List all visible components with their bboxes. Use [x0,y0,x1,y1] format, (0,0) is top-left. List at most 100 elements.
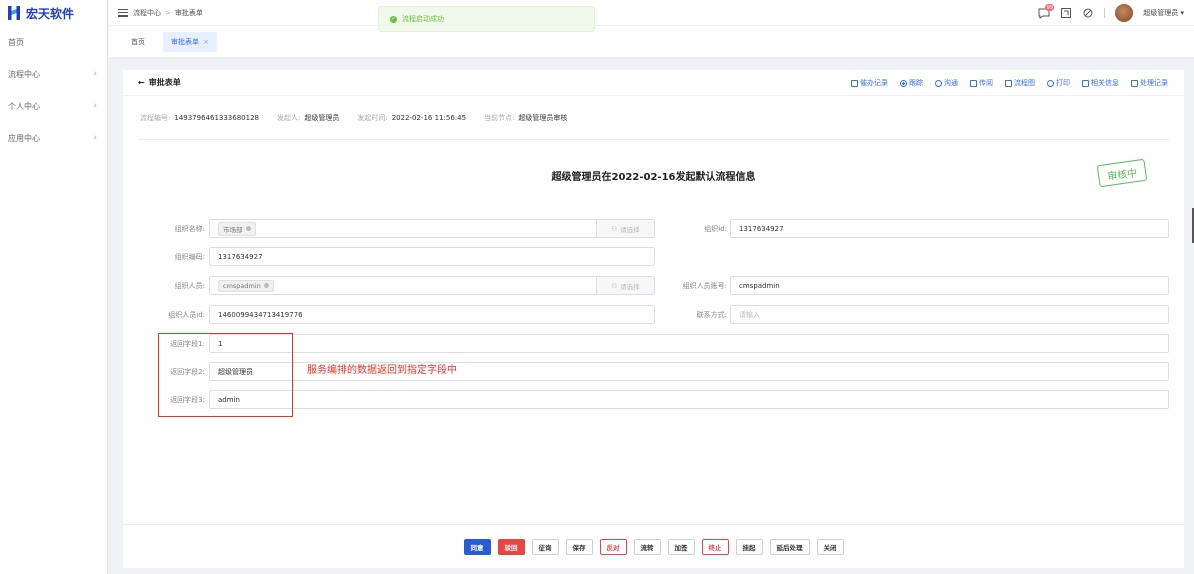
toast-message: 流程启动成功 [402,15,444,23]
form-action-links: 催办记录 跟踪 沟通 传阅 流程图 打印 相关信息 处理记录 [851,78,1168,88]
circulate-link[interactable]: 传阅 [970,78,993,88]
menu-toggle-icon[interactable] [118,8,128,17]
fullscreen-icon[interactable] [1060,7,1072,19]
sidebar: 宏天软件 首页 流程中心 › 个人中心 › 应用中心 › [0,0,108,574]
notification-badge: 99 [1045,4,1055,11]
list-icon [851,79,858,87]
flowchart-icon [1005,79,1012,87]
postpone-button[interactable]: 延后处理 [769,538,810,555]
tag-close-icon[interactable] [263,283,269,288]
tag-text: cmspadmin [223,281,261,290]
sidebar-item-personal-center[interactable]: 个人中心 › [0,90,107,122]
annotation-text: 服务编排的数据返回到指定字段中 [307,365,457,376]
org-name-selector[interactable]: 市场部 ⚇ 请选择 [209,219,655,238]
chat-icon [935,79,942,87]
org-person-tag: cmspadmin [218,279,274,292]
meta-key: 发起人: [276,114,301,122]
tab-label: 审批表单 [171,37,199,46]
save-button[interactable]: 保存 [565,538,593,555]
user-icon: ⚇ [611,224,618,233]
terminate-button[interactable]: 终止 [701,538,729,555]
skin-icon[interactable] [1082,7,1094,19]
target-icon [900,79,907,87]
message-icon[interactable]: 99 [1038,4,1055,19]
avatar[interactable] [1115,4,1134,22]
reject-button[interactable]: 驳回 [497,538,525,555]
close-icon[interactable]: × [203,38,209,46]
org-code-field[interactable]: 1317634927 [209,247,655,266]
org-person-id-field[interactable]: 1460099434713419776 [209,305,655,324]
success-toast: ✓ 流程启动成功 [378,6,595,32]
page-title: 审批表单 [148,78,181,87]
transfer-button[interactable]: 流转 [633,538,661,555]
action-label: 跟踪 [909,79,923,87]
action-label: 相关信息 [1091,79,1119,87]
annotation-box [158,333,293,417]
org-id-field[interactable]: 1317634927 [730,219,1169,238]
meta-key: 当前节点: [484,114,515,122]
action-label: 流程图 [1014,79,1035,87]
add-signer-button[interactable]: 加签 [667,538,695,555]
sidebar-item-label: 个人中心 [8,101,40,111]
action-label: 处理记录 [1140,79,1168,87]
history-icon [1131,79,1138,87]
related-info-link[interactable]: 相关信息 [1082,78,1119,88]
user-icon: ⚇ [611,281,618,290]
breadcrumb-item: 审批表单 [174,8,203,17]
org-person-label: 组织人员: [174,282,205,290]
success-check-icon: ✓ [390,15,397,23]
top-header: 流程中心 > 审批表单 99 超级管理员 ▾ [109,0,1194,26]
return-field-3[interactable]: admin [209,390,1169,409]
org-name-label: 组织名称: [174,225,205,233]
flow-start-time: 发起时间: 2022-02-16 11:56:45 [357,113,466,123]
chevron-right-icon: › [93,133,97,143]
return-field-1[interactable]: 1 [209,334,1169,353]
tab-home[interactable]: 首页 [123,32,153,52]
suspend-button[interactable]: 挂起 [735,538,763,555]
urge-record-link[interactable]: 催办记录 [851,78,888,88]
communicate-link[interactable]: 沟通 [935,78,958,88]
print-link[interactable]: 打印 [1047,78,1070,88]
page-tabs: 首页 审批表单 × [109,26,1194,58]
action-label: 沟通 [944,79,958,87]
header-divider [1104,8,1106,18]
tag-close-icon[interactable] [245,226,251,231]
breadcrumb-item[interactable]: 流程中心 [133,8,161,18]
contact-input[interactable]: 请输入 [730,305,1169,324]
sidebar-item-app-center[interactable]: 应用中心 › [0,122,107,154]
sidebar-item-label: 首页 [8,37,24,47]
tag-text: 市场部 [223,225,243,234]
form-title: 超级管理员在2022-02-16发起默认流程信息 [551,172,756,183]
consult-button[interactable]: 征询 [531,538,559,555]
meta-value: 1493796461333680128 [174,114,259,122]
org-picker-button[interactable]: ⚇ 请选择 [596,220,654,237]
user-menu[interactable]: 超级管理员 ▾ [1143,8,1184,18]
tab-approval-form[interactable]: 审批表单 × [163,31,217,52]
contact-label: 联系方式: [696,311,727,319]
meta-value: 超级管理员 [304,114,340,122]
flowchart-link[interactable]: 流程图 [1005,78,1035,88]
track-link[interactable]: 跟踪 [900,78,923,88]
sidebar-item-label: 应用中心 [8,133,40,143]
agree-button[interactable]: 同意 [463,538,491,555]
org-person-selector[interactable]: cmspadmin ⚇ 请选择 [209,276,655,295]
back-button[interactable]: ← 审批表单 [138,77,181,88]
org-name-tag: 市场部 [218,221,256,236]
action-label: 催办记录 [860,79,888,87]
close-button[interactable]: 关闭 [816,538,844,555]
breadcrumb-separator: > [165,8,171,17]
sidebar-item-home[interactable]: 首页 [0,26,107,58]
approval-button-bar: 同意 驳回 征询 保存 反对 流转 加签 终止 挂起 延后处理 关闭 [123,524,1184,568]
chevron-right-icon: › [93,101,97,111]
logo[interactable]: 宏天软件 [0,0,107,26]
oppose-button[interactable]: 反对 [599,538,627,555]
action-label: 传阅 [979,79,993,87]
org-person-account-field[interactable]: cmspadmin [730,276,1169,295]
person-picker-button[interactable]: ⚇ 请选择 [596,277,654,294]
breadcrumb: 流程中心 > 审批表单 [133,8,203,18]
meta-key: 流程编号: [140,114,171,122]
process-record-link[interactable]: 处理记录 [1131,78,1168,88]
logo-icon [8,6,20,20]
chevron-right-icon: › [93,69,97,79]
sidebar-item-process-center[interactable]: 流程中心 › [0,58,107,90]
